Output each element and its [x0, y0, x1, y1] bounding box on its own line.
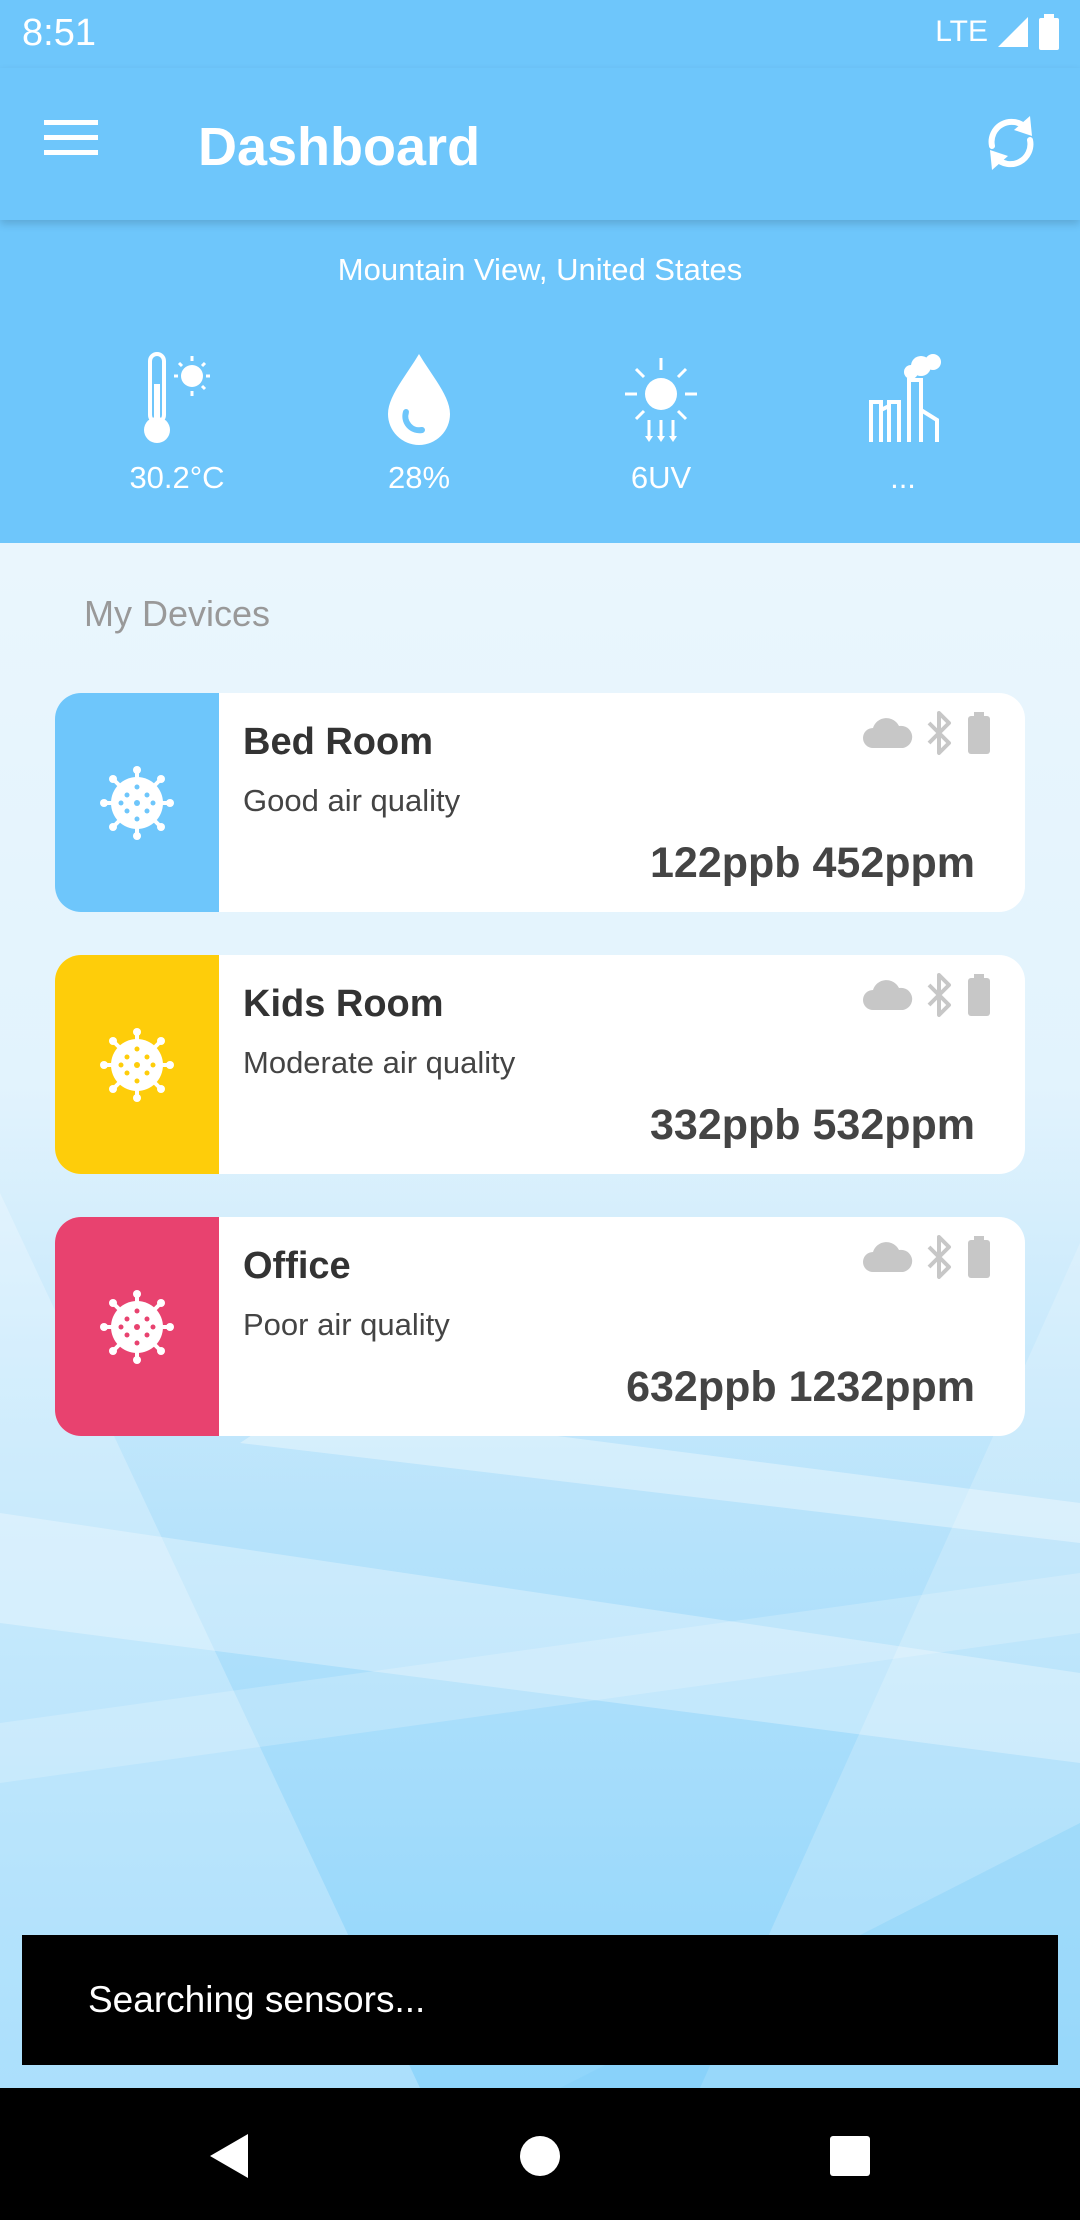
- pollution-factory-icon: [869, 354, 941, 442]
- refresh-icon: [988, 116, 1034, 170]
- cloud-icon: [863, 718, 913, 748]
- refresh-button[interactable]: [980, 110, 1042, 176]
- device-quality: Poor air quality: [243, 1307, 450, 1342]
- device-name: Office: [243, 1245, 351, 1287]
- network-type: LTE: [935, 15, 988, 48]
- cloud-icon: [863, 1242, 913, 1272]
- temperature-item: 30.2°C: [77, 350, 277, 496]
- virus-icon: [100, 1028, 174, 1102]
- device-reading: 122ppb 452ppm: [650, 839, 975, 887]
- device-status-icons: [861, 1235, 991, 1279]
- humidity-item: 28%: [319, 350, 519, 496]
- device-card-kids-room[interactable]: Kids Room Moderate air quality 332ppb 53…: [55, 955, 1025, 1174]
- weather-panel: Mountain View, United States 30.2°C 28%: [0, 220, 1080, 543]
- battery-icon: [1039, 14, 1059, 50]
- app-bar: Dashboard: [0, 68, 1080, 220]
- home-icon: [520, 2136, 560, 2176]
- virus-icon: [100, 1290, 174, 1364]
- device-card-bed-room[interactable]: Bed Room Good air quality 122ppb 452ppm: [55, 693, 1025, 912]
- bluetooth-icon: [927, 973, 951, 1017]
- virus-icon: [100, 766, 174, 840]
- signal-icon: [998, 17, 1028, 47]
- quality-indicator: [55, 1217, 219, 1436]
- recents-button[interactable]: [820, 2126, 880, 2186]
- menu-icon: [44, 120, 98, 155]
- device-status-icons: [861, 973, 991, 1017]
- menu-button[interactable]: [44, 118, 110, 168]
- device-card-office[interactable]: Office Poor air quality 632ppb 1232ppm: [55, 1217, 1025, 1436]
- system-nav-bar: [0, 2088, 1080, 2220]
- battery-level-icon: [968, 1236, 990, 1278]
- device-reading: 332ppb 532ppm: [650, 1101, 975, 1149]
- temperature-value: 30.2°C: [129, 460, 225, 495]
- battery-level-icon: [968, 712, 990, 754]
- pollution-value: ...: [890, 460, 916, 495]
- device-quality: Moderate air quality: [243, 1045, 516, 1080]
- device-name: Kids Room: [243, 983, 444, 1025]
- pollution-item: ...: [803, 350, 1003, 496]
- page-title: Dashboard: [198, 117, 481, 177]
- cloud-icon: [863, 980, 913, 1010]
- quality-indicator: [55, 955, 219, 1174]
- devices-section: My Devices Bed Room Good air quality 122…: [0, 543, 1080, 2088]
- back-icon: [210, 2134, 248, 2178]
- device-name: Bed Room: [243, 721, 433, 763]
- snackbar-message: Searching sensors...: [88, 1979, 426, 2020]
- snackbar: Searching sensors...: [22, 1935, 1058, 2065]
- location-label: Mountain View, United States: [337, 252, 743, 287]
- humidity-value: 28%: [387, 460, 451, 495]
- humidity-drop-icon: [388, 354, 450, 445]
- status-indicators: LTE: [935, 14, 1060, 50]
- quality-indicator: [55, 693, 219, 912]
- my-devices-heading: My Devices: [84, 593, 271, 634]
- uv-value: 6UV: [630, 460, 692, 495]
- device-status-icons: [861, 711, 991, 755]
- bluetooth-icon: [927, 1235, 951, 1279]
- uv-item: 6UV: [561, 350, 761, 496]
- thermometer-icon: [144, 352, 210, 443]
- home-button[interactable]: [510, 2126, 570, 2186]
- bluetooth-icon: [927, 711, 951, 755]
- status-time: 8:51: [22, 12, 96, 54]
- uv-sun-icon: [625, 358, 697, 442]
- battery-level-icon: [968, 974, 990, 1016]
- back-button[interactable]: [202, 2126, 262, 2186]
- status-bar: 8:51 LTE: [0, 0, 1080, 68]
- device-quality: Good air quality: [243, 783, 461, 818]
- device-reading: 632ppb 1232ppm: [626, 1363, 975, 1411]
- recents-icon: [830, 2136, 870, 2176]
